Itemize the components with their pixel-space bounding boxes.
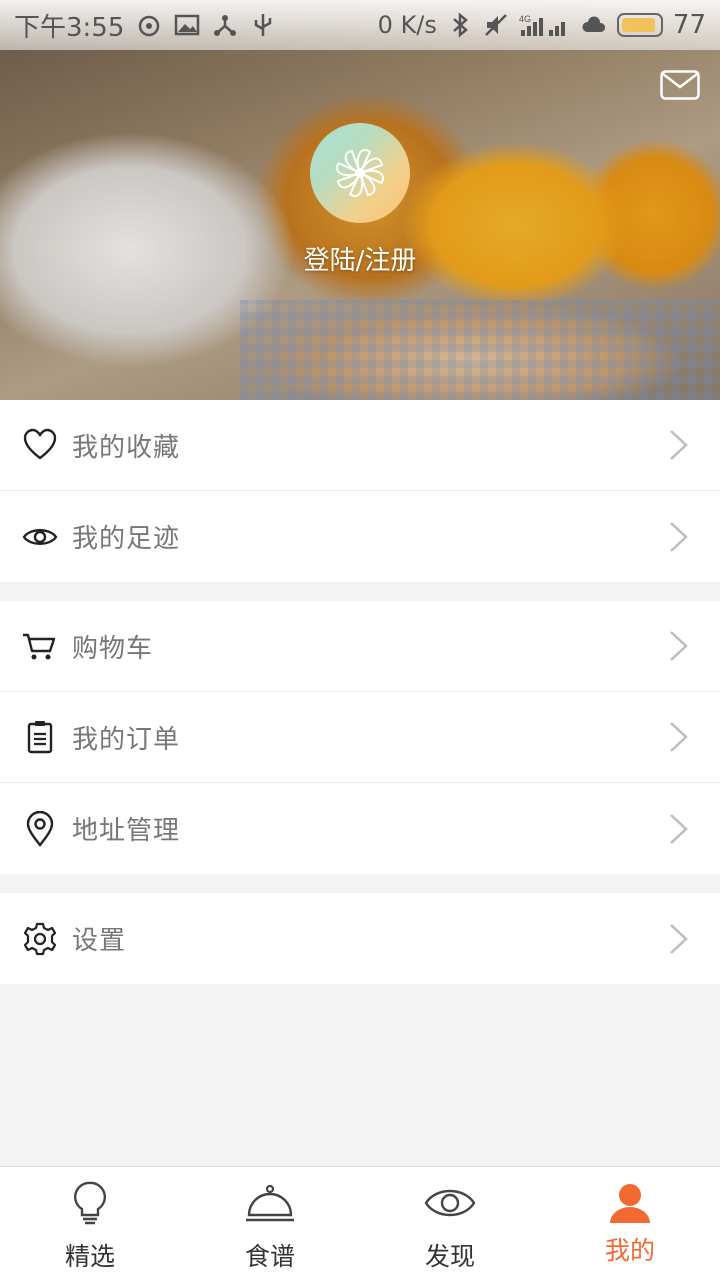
cart-icon bbox=[23, 633, 56, 660]
menu-label: 购物车 bbox=[72, 633, 154, 664]
status-time: 下午3:55 bbox=[14, 12, 125, 43]
tab-mine[interactable]: 我的 bbox=[540, 1167, 720, 1280]
lightbulb-icon bbox=[74, 1181, 106, 1225]
mute-icon bbox=[485, 14, 507, 36]
share-icon bbox=[214, 15, 237, 36]
network-speed: 0 K/s bbox=[377, 11, 437, 39]
tab-label: 我的 bbox=[604, 1236, 655, 1265]
pinwheel-logo-icon bbox=[336, 149, 384, 197]
menu-label: 地址管理 bbox=[72, 816, 181, 846]
menu-group-shopping: 购物车 我的订单 地址管理 bbox=[0, 601, 720, 874]
gallery-icon bbox=[175, 14, 200, 36]
menu-item-orders[interactable]: 我的订单 bbox=[0, 692, 720, 783]
tab-featured[interactable]: 精选 bbox=[0, 1167, 180, 1280]
tab-recipes[interactable]: 食谱 bbox=[180, 1167, 360, 1280]
chevron-right-icon bbox=[670, 923, 688, 954]
chevron-right-icon bbox=[670, 521, 688, 552]
menu-item-favorites[interactable]: 我的收藏 bbox=[0, 400, 720, 491]
signal-icon: 4G bbox=[519, 14, 565, 36]
gear-icon bbox=[23, 922, 57, 955]
chevron-right-icon bbox=[670, 722, 688, 752]
heart-icon bbox=[23, 428, 57, 460]
menu-label: 我的订单 bbox=[72, 724, 181, 755]
weibo-icon bbox=[139, 15, 160, 37]
menu-group-personal: 我的收藏 我的足迹 bbox=[0, 400, 720, 582]
chevron-right-icon bbox=[670, 430, 688, 460]
chevron-right-icon bbox=[670, 813, 688, 844]
menu-item-history[interactable]: 我的足迹 bbox=[0, 491, 720, 582]
login-register-link[interactable]: 登陆/注册 bbox=[0, 240, 720, 277]
bottom-tab-bar: 精选 食谱 发现 我的 bbox=[0, 1166, 720, 1280]
svg-text:4G: 4G bbox=[519, 14, 531, 24]
menu-group-system: 设置 bbox=[0, 893, 720, 984]
menu-label: 我的足迹 bbox=[72, 524, 181, 554]
avatar[interactable] bbox=[310, 123, 410, 223]
mail-icon[interactable] bbox=[660, 70, 700, 100]
chevron-right-icon bbox=[670, 631, 688, 661]
menu-item-settings[interactable]: 设置 bbox=[0, 893, 720, 984]
weather-cloud-icon bbox=[582, 16, 605, 32]
profile-header: 下午3:55 0 K/s 4G 77 登陆/注册 bbox=[0, 0, 720, 400]
battery-icon bbox=[616, 13, 663, 37]
menu-label: 设置 bbox=[72, 926, 127, 956]
menu-item-cart[interactable]: 购物车 bbox=[0, 601, 720, 692]
eye-icon bbox=[22, 528, 58, 545]
tab-label: 食谱 bbox=[244, 1242, 295, 1271]
eye-icon bbox=[424, 1189, 476, 1217]
tab-label: 发现 bbox=[424, 1242, 475, 1271]
usb-icon bbox=[255, 14, 272, 36]
tab-label: 精选 bbox=[64, 1242, 115, 1271]
user-icon bbox=[610, 1184, 650, 1223]
status-bar: 下午3:55 0 K/s 4G 77 bbox=[0, 0, 720, 50]
battery-level: 77 bbox=[672, 10, 706, 40]
bluetooth-icon bbox=[453, 12, 468, 38]
tab-discover[interactable]: 发现 bbox=[360, 1167, 540, 1280]
clipboard-icon bbox=[27, 721, 53, 754]
location-pin-icon bbox=[26, 810, 54, 847]
menu-item-address[interactable]: 地址管理 bbox=[0, 783, 720, 874]
menu-label: 我的收藏 bbox=[72, 432, 181, 463]
cloche-icon bbox=[246, 1184, 294, 1222]
